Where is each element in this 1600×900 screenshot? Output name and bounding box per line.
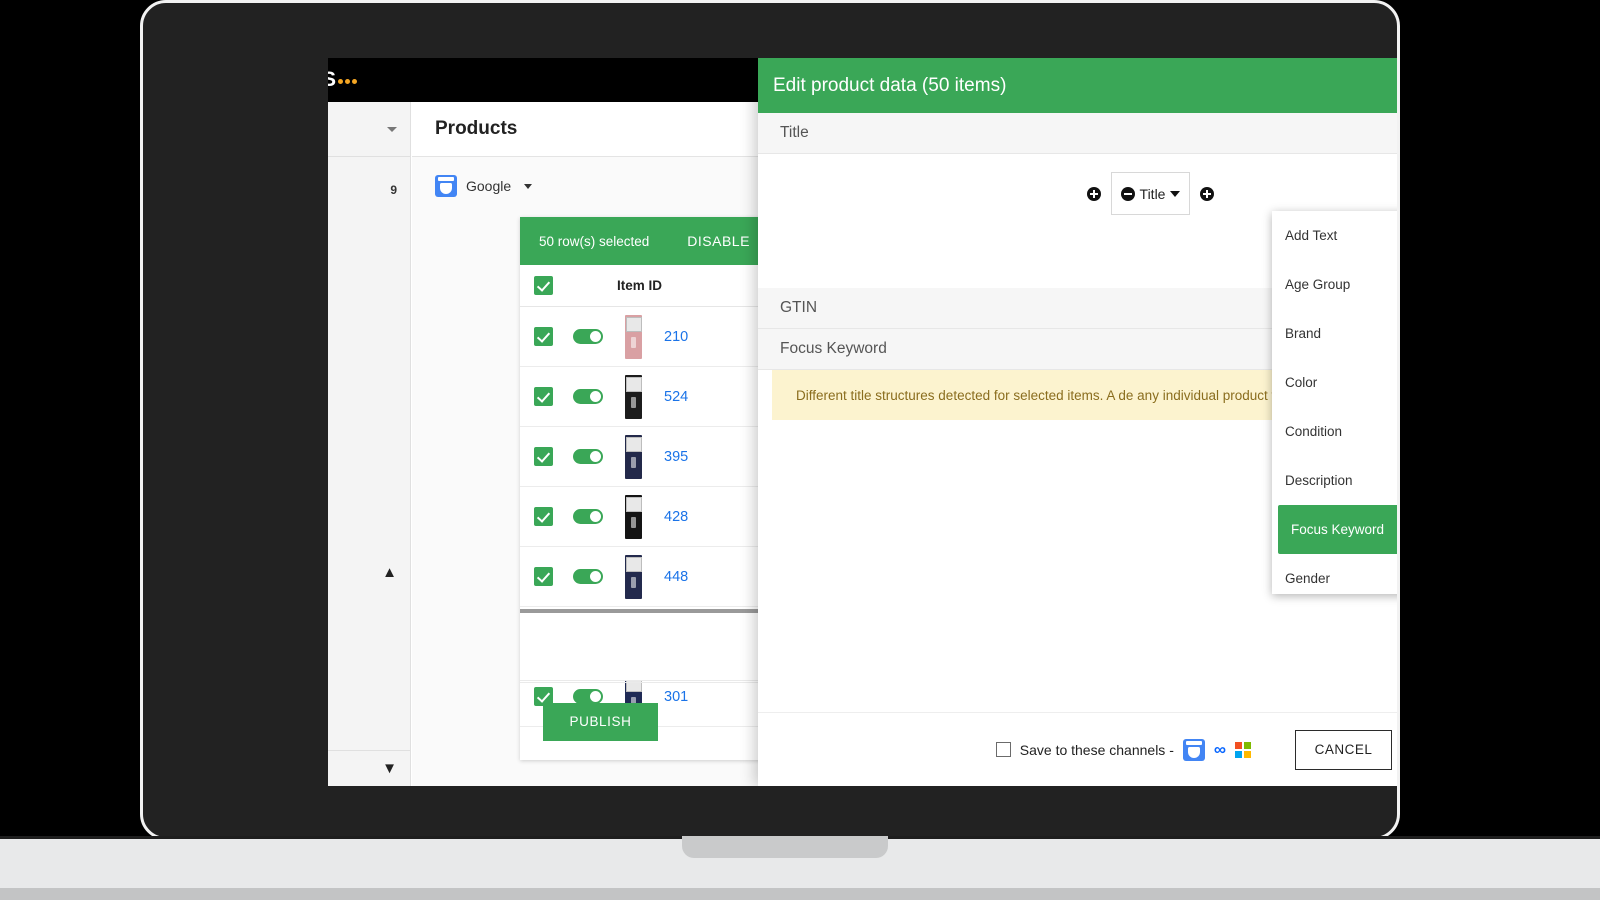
selection-count-label: 50 row(s) selected — [539, 234, 649, 249]
menu-item-brand[interactable]: Brand — [1272, 309, 1400, 358]
product-thumbnail — [625, 375, 642, 419]
add-token-right-icon[interactable] — [1200, 187, 1214, 201]
product-thumbnail — [625, 555, 642, 599]
product-thumbnail — [625, 315, 642, 359]
accordion-label-focus-keyword: Focus Keyword — [780, 340, 887, 358]
brand-dots-icon — [336, 68, 357, 92]
column-header-item-id: Item ID — [617, 278, 662, 293]
brand-logo[interactable]: S — [328, 68, 357, 92]
menu-item-add-text[interactable]: Add Text — [1272, 211, 1400, 260]
meta-icon[interactable]: ∞ — [1214, 741, 1226, 758]
accordion-label-title: Title — [780, 124, 809, 142]
laptop-foot — [0, 888, 1600, 900]
item-id-link[interactable]: 210 — [664, 329, 688, 345]
row-checkbox[interactable] — [534, 387, 553, 406]
publish-button[interactable]: PUBLISH — [543, 703, 658, 741]
title-token-row: Title — [758, 172, 1400, 215]
sidebar-count-value: 9 — [390, 183, 397, 197]
row-enable-toggle[interactable] — [573, 449, 603, 464]
row-enable-toggle[interactable] — [573, 509, 603, 524]
app-screen: S 9 ▲ ▼ Products Google — [328, 58, 1400, 786]
add-token-left-icon[interactable] — [1087, 187, 1101, 201]
save-channels-checkbox[interactable] — [996, 742, 1011, 757]
edit-product-data-modal: Edit product data (50 items) Title ▲ Tit… — [758, 58, 1400, 786]
modal-header: Edit product data (50 items) — [758, 58, 1400, 113]
product-thumbnail — [625, 495, 642, 539]
row-enable-toggle[interactable] — [573, 329, 603, 344]
left-sidebar-rail: 9 ▲ ▼ — [328, 102, 411, 786]
menu-item-gender[interactable]: Gender — [1272, 554, 1400, 594]
caret-down-icon — [387, 127, 397, 132]
row-checkbox[interactable] — [534, 567, 553, 586]
laptop-frame: S 9 ▲ ▼ Products Google — [140, 0, 1400, 840]
menu-item-condition[interactable]: Condition — [1272, 407, 1400, 456]
field-dropdown-menu[interactable]: Add Text Age Group Brand Color Condition… — [1272, 211, 1400, 594]
select-all-checkbox[interactable] — [534, 276, 553, 295]
sidebar-scroll-down[interactable]: ▼ — [328, 750, 411, 786]
item-id-link[interactable]: 524 — [664, 389, 688, 405]
menu-item-focus-keyword[interactable]: Focus Keyword — [1278, 505, 1400, 554]
save-channels-group: Save to these channels - ∞ — [996, 739, 1251, 761]
menu-item-description[interactable]: Description — [1272, 456, 1400, 505]
row-enable-toggle[interactable] — [573, 389, 603, 404]
chevron-down-icon — [1170, 191, 1180, 197]
product-thumbnail — [625, 435, 642, 479]
sidebar-count: 9 — [328, 158, 411, 222]
item-id-link[interactable]: 448 — [664, 569, 688, 585]
row-enable-toggle[interactable] — [573, 569, 603, 584]
row-checkbox[interactable] — [534, 327, 553, 346]
microsoft-icon[interactable] — [1235, 742, 1251, 758]
item-id-link[interactable]: 428 — [664, 509, 688, 525]
menu-item-age-group[interactable]: Age Group — [1272, 260, 1400, 309]
sidebar-dropdown-caret[interactable] — [328, 102, 411, 157]
channel-name: Google — [466, 178, 511, 194]
disable-button[interactable]: DISABLE — [669, 220, 768, 262]
modal-title: Edit product data (50 items) — [773, 75, 1006, 97]
brand-logo-text: S — [328, 68, 335, 91]
caret-down-icon — [524, 184, 532, 189]
row-checkbox[interactable] — [534, 447, 553, 466]
remove-token-icon[interactable] — [1121, 187, 1135, 201]
chevron-down-icon: ▼ — [382, 761, 397, 776]
row-checkbox[interactable] — [534, 507, 553, 526]
title-token-label: Title — [1140, 186, 1166, 202]
save-channels-label: Save to these channels - — [1020, 742, 1174, 758]
google-shopping-icon[interactable] — [1183, 739, 1205, 761]
page-title: Products — [435, 118, 517, 140]
cancel-button[interactable]: CANCEL — [1295, 730, 1392, 770]
modal-footer: Save to these channels - ∞ CANCEL SAVE ▲ — [758, 712, 1400, 786]
sidebar-scroll-up[interactable]: ▲ — [328, 554, 411, 590]
title-token-dropdown[interactable]: Title — [1111, 172, 1191, 215]
google-shopping-icon — [435, 175, 457, 197]
laptop-notch — [682, 836, 888, 858]
accordion-label-gtin: GTIN — [780, 299, 817, 317]
item-id-link[interactable]: 395 — [664, 449, 688, 465]
menu-item-color[interactable]: Color — [1272, 358, 1400, 407]
accordion-header-title[interactable]: Title ▲ — [758, 113, 1400, 154]
chevron-up-icon: ▲ — [382, 565, 397, 580]
